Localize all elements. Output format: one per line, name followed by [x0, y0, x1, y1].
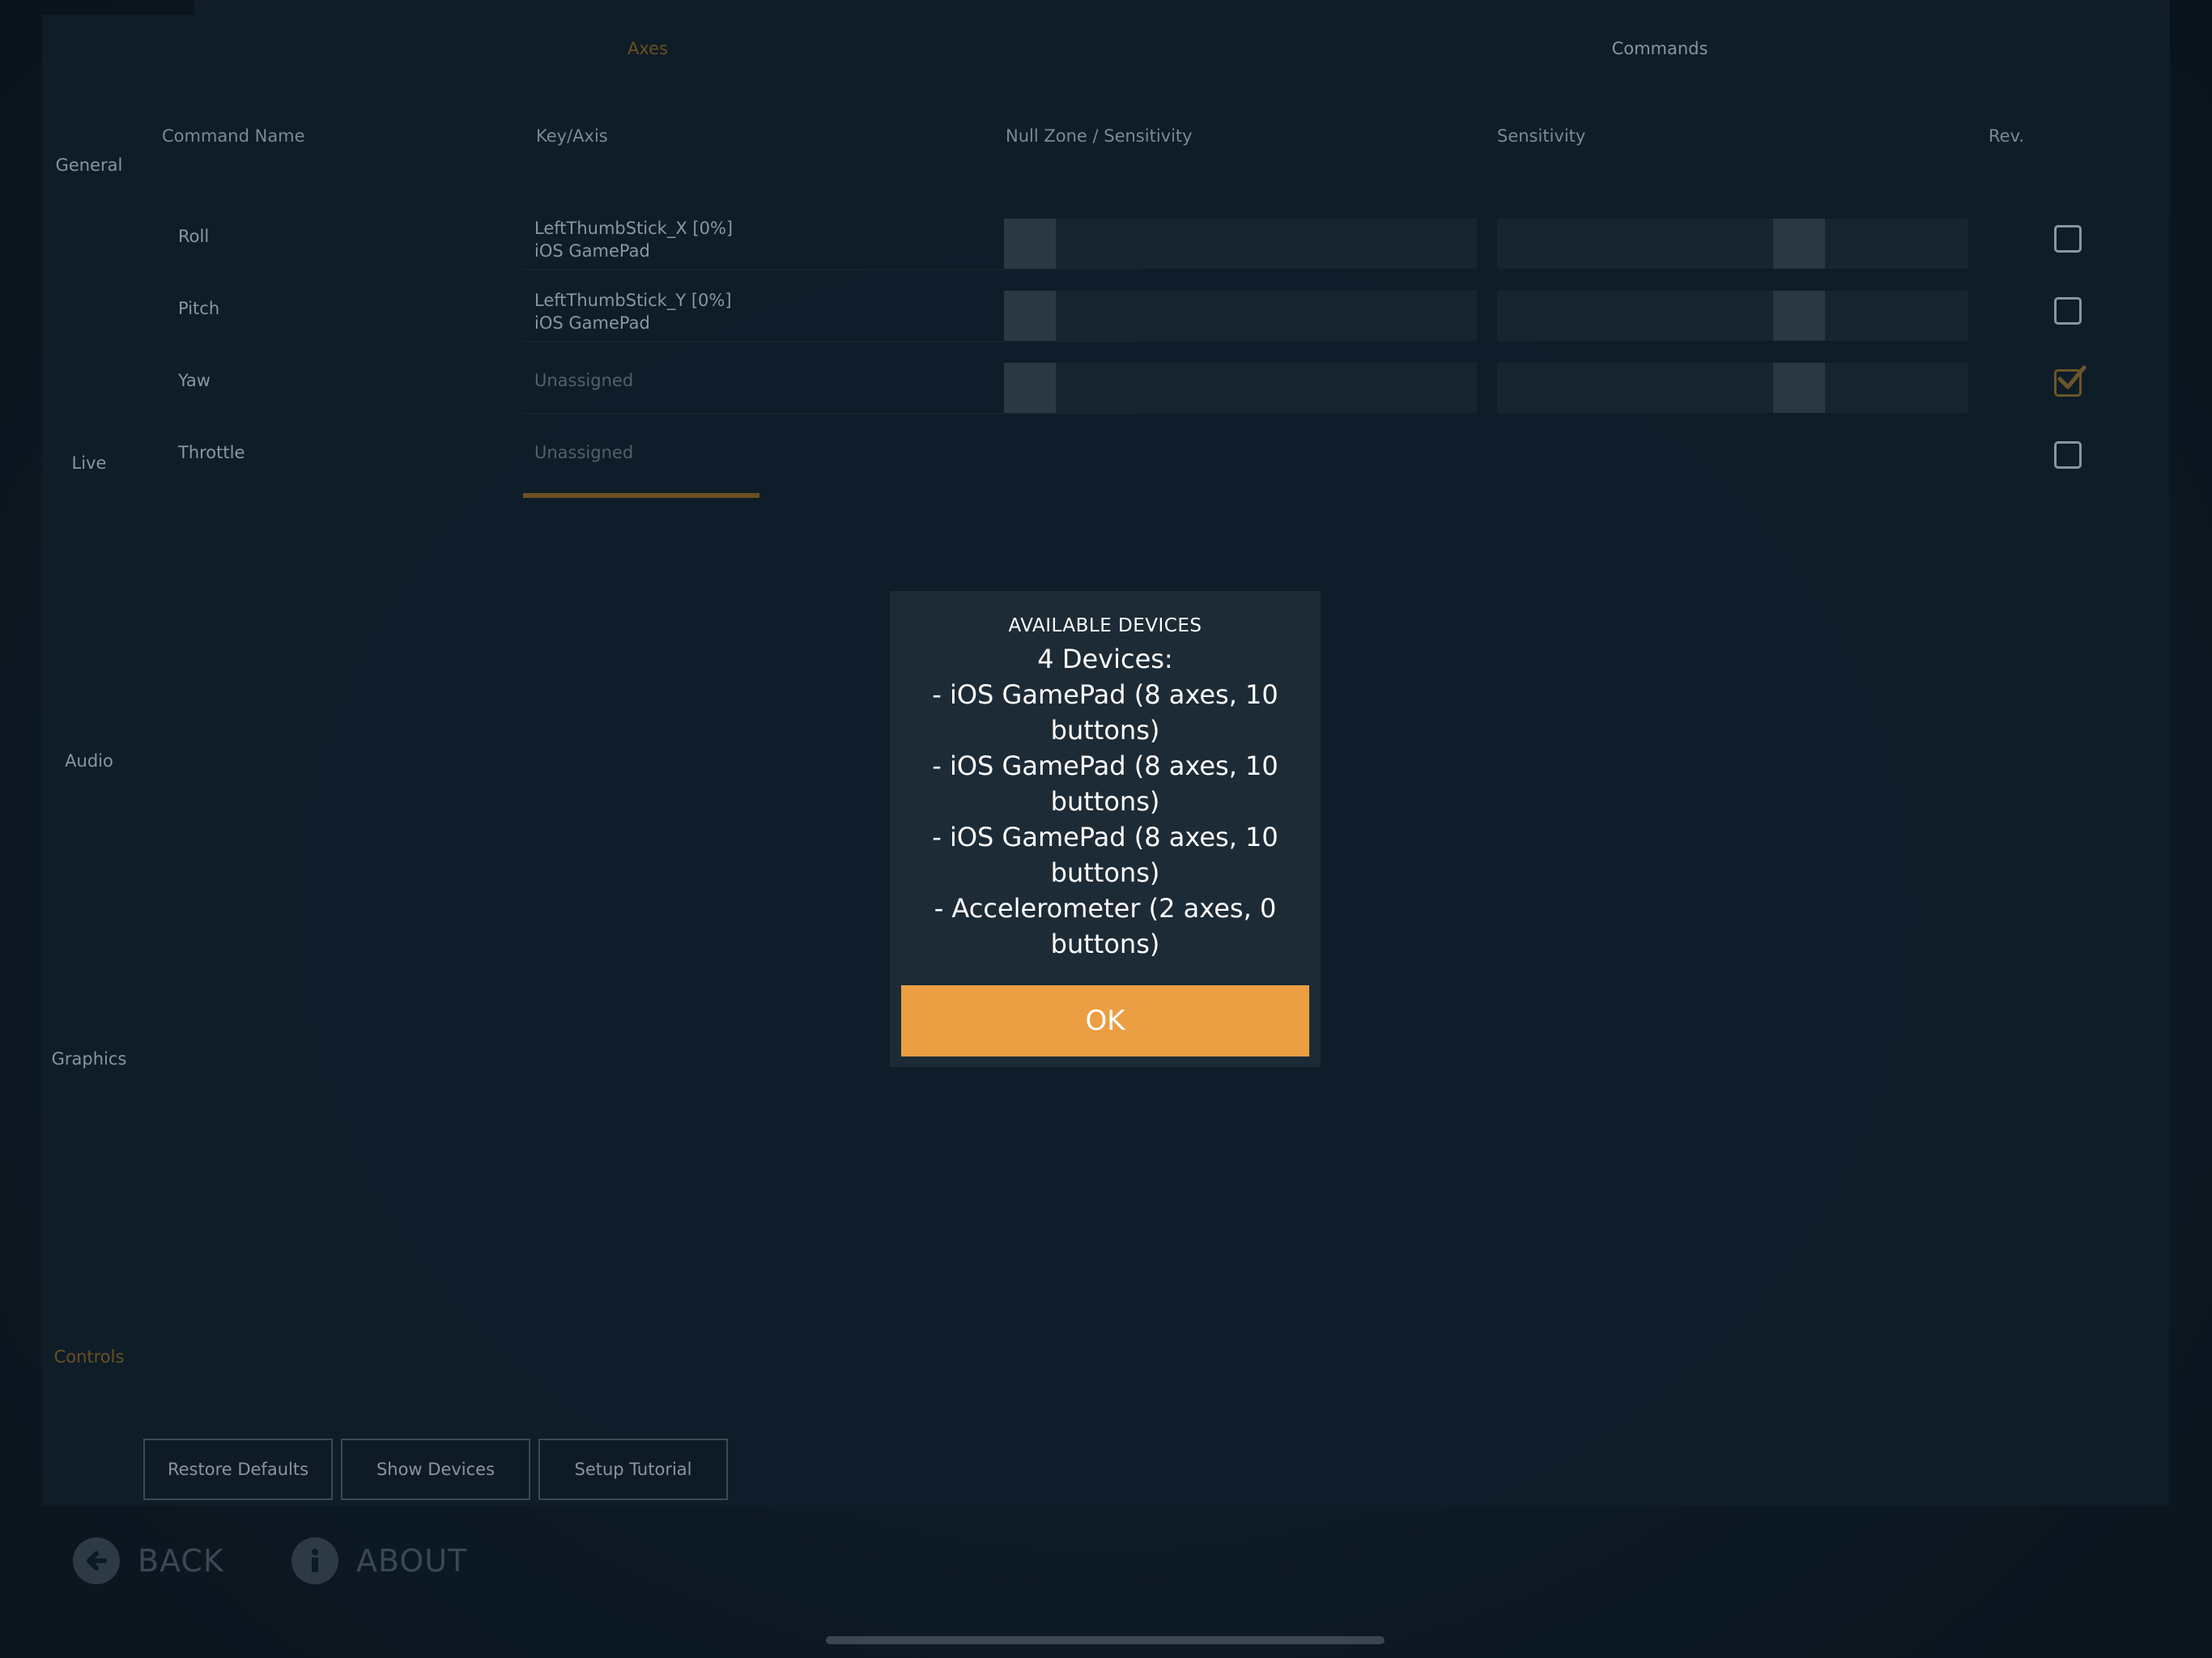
- tab-axes[interactable]: Axes: [146, 24, 1150, 73]
- device-entry: - iOS GamePad (8 axes, 10 buttons): [932, 679, 1278, 746]
- header-null-zone: Null Zone / Sensitivity: [1006, 126, 1193, 146]
- slider-thumb[interactable]: [1773, 219, 1825, 269]
- back-label: BACK: [138, 1543, 224, 1579]
- dialog-title: AVAILABLE DEVICES: [1008, 615, 1202, 636]
- about-button[interactable]: ABOUT: [291, 1535, 467, 1587]
- about-label: ABOUT: [356, 1543, 468, 1579]
- header-command-name: Command Name: [162, 126, 305, 146]
- device-count: 4 Devices:: [1037, 644, 1173, 674]
- tab-commands[interactable]: Commands: [1158, 24, 2162, 73]
- key-axis-device: iOS GamePad: [534, 241, 650, 261]
- nav-item-controls[interactable]: Controls: [42, 1347, 136, 1367]
- dialog-body: 4 Devices: - iOS GamePad (8 axes, 10 but…: [914, 641, 1296, 962]
- table-row: Pitch LeftThumbStick_Y [0%] iOS GamePad: [147, 274, 2107, 342]
- home-indicator[interactable]: [826, 1636, 1385, 1644]
- table-row: Yaw Unassigned: [147, 346, 2107, 414]
- slider-thumb[interactable]: [1773, 363, 1825, 413]
- device-entry: - Accelerometer (2 axes, 0 buttons): [934, 893, 1277, 959]
- nav-item-audio[interactable]: Audio: [42, 751, 136, 771]
- command-name: Roll: [178, 227, 210, 246]
- table-row: Roll LeftThumbStick_X [0%] iOS GamePad: [147, 202, 2107, 270]
- nav-item-live[interactable]: Live: [42, 453, 136, 473]
- selection-underline: [523, 493, 759, 498]
- sensitivity-slider[interactable]: [1497, 363, 1968, 413]
- setup-tutorial-button[interactable]: Setup Tutorial: [538, 1439, 728, 1500]
- nav-item-general[interactable]: General: [42, 155, 136, 175]
- slider-thumb[interactable]: [1004, 363, 1056, 413]
- header-rev: Rev.: [1989, 126, 2025, 146]
- slider-thumb[interactable]: [1773, 291, 1825, 341]
- show-devices-button[interactable]: Show Devices: [341, 1439, 530, 1500]
- slider-thumb[interactable]: [1004, 219, 1056, 269]
- command-name: Throttle: [178, 443, 245, 462]
- key-axis-value: LeftThumbStick_X [0%]: [534, 219, 734, 238]
- null-zone-slider[interactable]: [1004, 291, 1477, 341]
- available-devices-dialog: AVAILABLE DEVICES 4 Devices: - iOS GameP…: [890, 591, 1321, 1067]
- header-key-axis: Key/Axis: [536, 126, 608, 146]
- slider-thumb[interactable]: [1004, 291, 1056, 341]
- reverse-checkbox[interactable]: [2054, 297, 2082, 325]
- restore-defaults-button[interactable]: Restore Defaults: [143, 1439, 333, 1500]
- back-button[interactable]: BACK: [73, 1535, 224, 1587]
- device-entry: - iOS GamePad (8 axes, 10 buttons): [932, 750, 1278, 817]
- reverse-checkbox[interactable]: [2054, 441, 2082, 469]
- key-axis-device: iOS GamePad: [534, 313, 650, 333]
- reverse-checkbox[interactable]: [2054, 225, 2082, 253]
- command-name: Yaw: [178, 371, 211, 390]
- checkmark-icon: [2057, 365, 2087, 389]
- header-sensitivity: Sensitivity: [1497, 126, 1586, 146]
- key-axis-value: LeftThumbStick_Y [0%]: [534, 291, 732, 310]
- null-zone-slider[interactable]: [1004, 363, 1477, 413]
- key-axis-value: Unassigned: [534, 371, 634, 390]
- table-row: Throttle Unassigned: [147, 419, 2107, 487]
- device-entry: - iOS GamePad (8 axes, 10 buttons): [932, 822, 1278, 888]
- key-axis-value: Unassigned: [534, 443, 634, 462]
- sensitivity-slider[interactable]: [1497, 219, 1968, 269]
- ok-button[interactable]: OK: [901, 985, 1309, 1056]
- null-zone-slider[interactable]: [1004, 219, 1477, 269]
- sensitivity-slider[interactable]: [1497, 291, 1968, 341]
- key-axis-cell[interactable]: Unassigned: [523, 419, 1138, 487]
- back-arrow-icon: [73, 1537, 120, 1584]
- top-strip: [194, 0, 2170, 15]
- info-icon: [291, 1537, 338, 1584]
- nav-item-graphics[interactable]: Graphics: [42, 1049, 136, 1069]
- settings-screen: Axes Commands General Live Audio Graphic…: [0, 0, 2212, 1658]
- command-name: Pitch: [178, 299, 220, 318]
